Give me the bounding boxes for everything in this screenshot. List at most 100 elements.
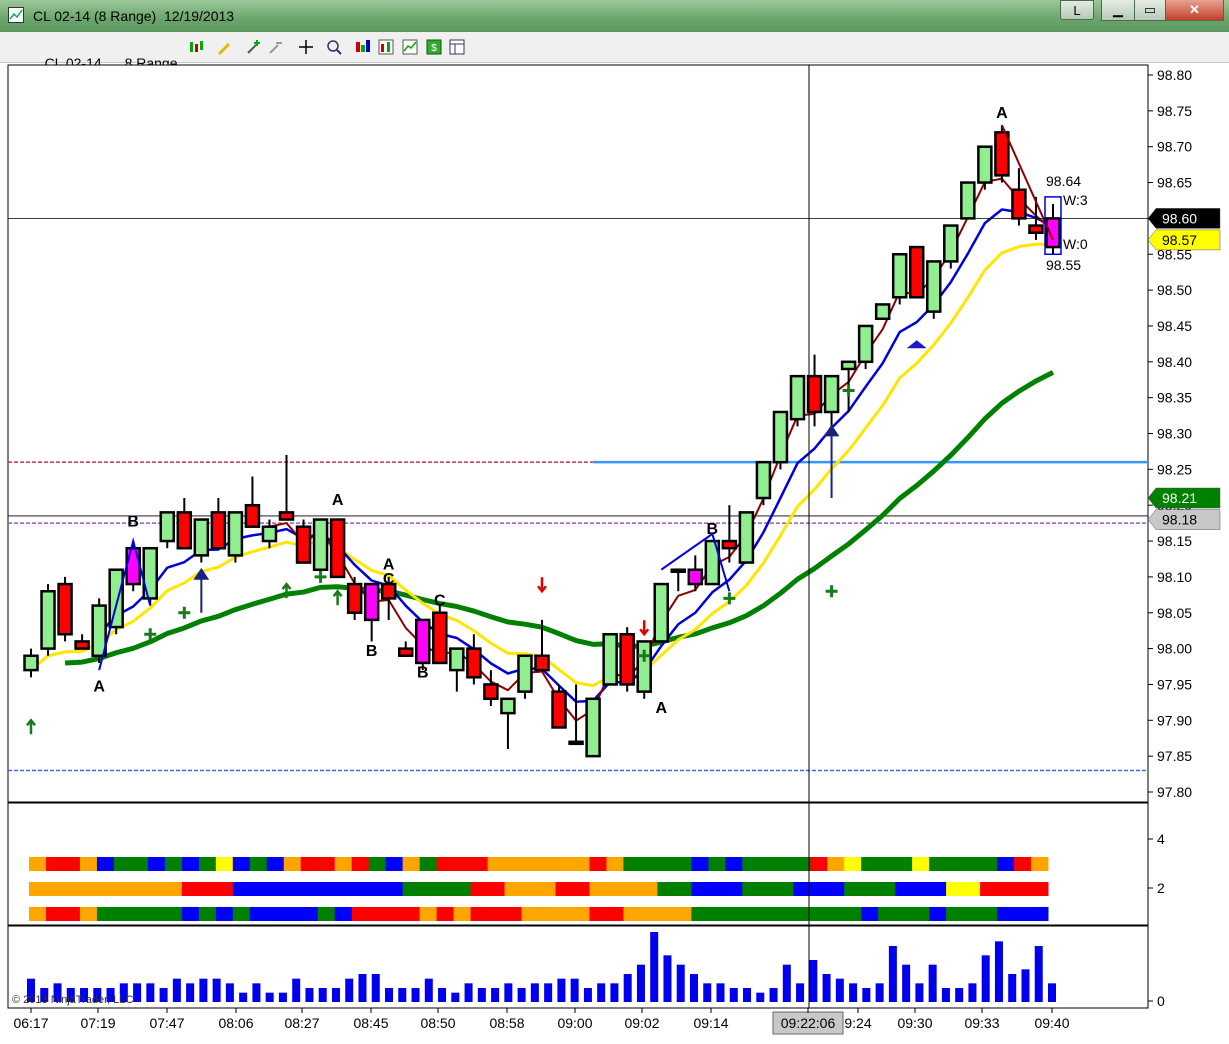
candle-body	[994, 131, 1010, 177]
chart-area[interactable]: ABACABCBABA 98.8098.7598.7098.6598.6098.…	[0, 62, 1229, 1044]
indicator-cell	[419, 882, 438, 896]
volume-bar	[438, 988, 447, 1002]
time-tick-label: 07:47	[149, 1015, 184, 1031]
indicator-cell	[606, 907, 624, 921]
wave-label: B	[366, 643, 378, 660]
volume-bar	[331, 988, 340, 1002]
time-tick-label: 08:58	[489, 1015, 524, 1031]
volume-bar	[464, 983, 473, 1002]
volume-bar	[716, 983, 725, 1002]
bar-style-icon[interactable]	[188, 39, 204, 55]
price-marker-label: 98.18	[1162, 512, 1197, 528]
indicator-cell	[708, 907, 726, 921]
price-tick-label: 98.40	[1157, 354, 1192, 370]
indicator-cell	[776, 907, 794, 921]
volume-bar	[451, 992, 460, 1002]
indicator-cell	[674, 907, 692, 921]
indicator-cell	[946, 907, 964, 921]
indicators-icon[interactable]	[355, 39, 371, 55]
candle-body	[755, 460, 772, 500]
magnifier-icon[interactable]	[326, 39, 342, 55]
volume-bar	[981, 955, 990, 1002]
indicator-cell	[198, 857, 217, 871]
indicator-cell	[691, 857, 709, 871]
volume-bar	[345, 978, 354, 1002]
indicator-cell	[521, 907, 539, 921]
volume-tick-label: 0	[1157, 993, 1165, 1009]
indicator-cell	[504, 857, 523, 871]
indicator-cell	[368, 857, 387, 871]
volume-bar	[597, 983, 606, 1002]
indicator-cell	[742, 882, 760, 896]
indicator-cell	[555, 907, 573, 921]
link-button[interactable]: L	[1060, 0, 1094, 20]
indicator-cell	[249, 882, 268, 896]
indicator-cell	[487, 857, 506, 871]
price-tick-label: 98.15	[1157, 533, 1192, 549]
volume-bar	[822, 974, 831, 1002]
time-tick-label: 07:19	[80, 1015, 115, 1031]
volume-bar	[239, 992, 248, 1002]
indicator-cell	[300, 882, 319, 896]
candle-body	[125, 546, 141, 586]
indicator-cell	[504, 907, 523, 921]
indicator-cell	[232, 882, 251, 896]
indicator-cell	[436, 882, 455, 896]
crosshair-icon[interactable]	[298, 39, 314, 55]
volume-bar	[411, 988, 420, 1002]
volume-bar	[636, 964, 645, 1002]
indicator-cell	[130, 907, 149, 921]
minimize-icon: ▁	[1113, 2, 1123, 17]
candle-body	[1045, 217, 1061, 249]
window-title: CL 02-14 (8 Range) 12/19/2013	[33, 8, 235, 24]
chart-properties-icon[interactable]	[402, 39, 418, 55]
indicator-cell	[929, 857, 947, 871]
volume-bar	[862, 988, 871, 1002]
indicator-cell	[691, 882, 709, 896]
volume-bar	[623, 974, 632, 1002]
indicator-cell	[215, 857, 234, 871]
indicator-cell	[606, 857, 624, 871]
strategies-icon[interactable]	[378, 39, 394, 55]
indicator-cell	[963, 857, 981, 871]
candle-body	[176, 511, 193, 550]
indicator-cell	[878, 882, 896, 896]
volume-bar	[689, 974, 698, 1002]
indicator-cell	[215, 907, 234, 921]
annotation-high: 98.64	[1046, 173, 1081, 189]
candle-body	[91, 604, 107, 658]
indicator-cell	[130, 857, 149, 871]
indicator-cell	[708, 882, 726, 896]
indicator-cell	[164, 857, 183, 871]
volume-bar	[782, 964, 791, 1002]
minimize-button[interactable]: ▁	[1101, 0, 1135, 21]
indicator-cell	[844, 882, 862, 896]
volume-bar	[676, 964, 685, 1002]
indicator-cell	[147, 882, 166, 896]
indicator-cell	[317, 857, 336, 871]
indicator-cell	[980, 907, 998, 921]
zoom-in-icon[interactable]	[246, 39, 262, 55]
indicator-cell	[589, 857, 607, 871]
maximize-button[interactable]: ▭	[1134, 0, 1166, 21]
indicator-cell	[300, 857, 319, 871]
close-button[interactable]: ✕	[1165, 0, 1224, 21]
indicator-cell	[29, 882, 47, 896]
candle-body	[636, 640, 652, 693]
indicator-cell	[351, 882, 370, 896]
zoom-out-icon[interactable]	[268, 39, 284, 55]
volume-bar	[504, 983, 513, 1002]
order-entry-icon[interactable]: $	[426, 39, 442, 55]
time-tick-label: 09:14	[693, 1015, 728, 1031]
drawing-tool-icon[interactable]	[216, 39, 232, 55]
volume-bar	[928, 964, 937, 1002]
indicator-cell	[113, 907, 132, 921]
indicator-cell	[861, 907, 879, 921]
data-box-icon[interactable]	[449, 39, 465, 55]
indicator-cell	[334, 907, 353, 921]
candle-body	[227, 511, 244, 557]
candle-body	[483, 683, 499, 701]
volume-bar	[517, 988, 526, 1002]
indicator-cell	[980, 857, 998, 871]
volume-bar	[305, 988, 314, 1002]
